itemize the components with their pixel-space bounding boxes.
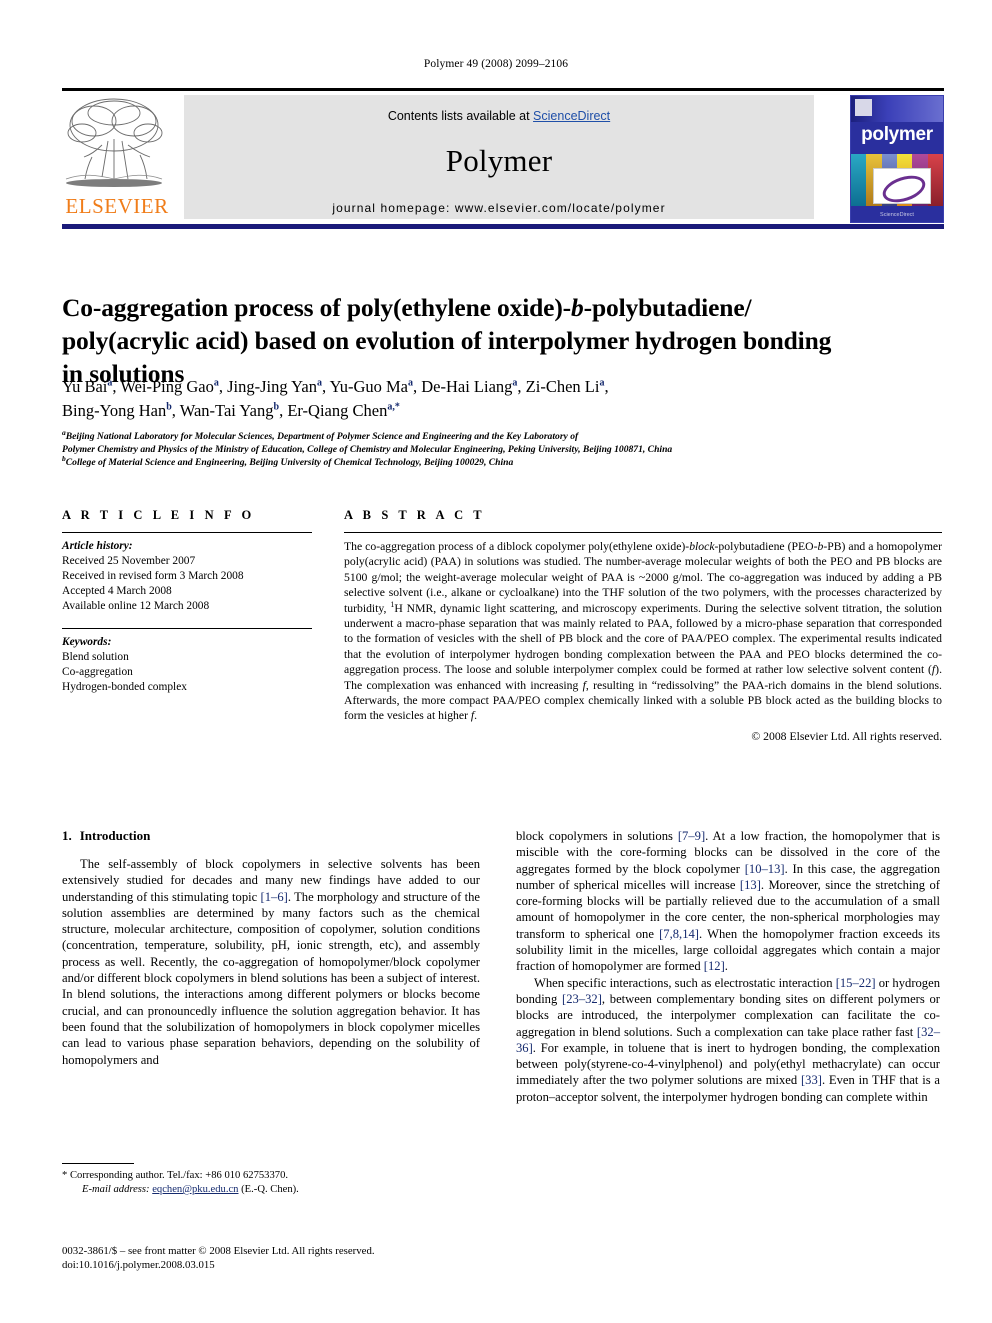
title-part-1: Co-aggregation process of poly(ethylene … bbox=[62, 293, 572, 323]
section-number: 1. bbox=[62, 828, 72, 843]
section-heading-introduction: 1. Introduction bbox=[62, 828, 480, 844]
author-name: Yu-Guo Ma bbox=[329, 377, 408, 396]
cover-footer-text: ScienceDirect bbox=[880, 212, 914, 218]
article-info-heading: A R T I C L E I N F O bbox=[62, 508, 255, 522]
history-item: Accepted 4 March 2008 bbox=[62, 585, 172, 597]
title-italic-b: b bbox=[571, 293, 584, 323]
abstract-rule bbox=[344, 532, 942, 533]
history-item: Available online 12 March 2008 bbox=[62, 600, 210, 612]
abstract-italic-block: block bbox=[689, 540, 715, 553]
journal-homepage-line[interactable]: journal homepage: www.elsevier.com/locat… bbox=[184, 201, 814, 215]
section-title: Introduction bbox=[79, 828, 151, 843]
abstract-part-7: . bbox=[474, 709, 478, 723]
corresponding-author-note: * Corresponding author. Tel./fax: +86 01… bbox=[62, 1169, 482, 1183]
affiliation-a-cont: Polymer Chemistry and Physics of the Min… bbox=[62, 444, 673, 456]
history-item: Received in revised form 3 March 2008 bbox=[62, 570, 244, 582]
intro-paragraph-right-2: When specific interactions, such as elec… bbox=[516, 975, 940, 1104]
author-name: Zi-Chen Li bbox=[525, 377, 600, 396]
doi-line: doi:10.1016/j.polymer.2008.03.015 bbox=[62, 1259, 215, 1271]
footnote-rule bbox=[62, 1163, 134, 1164]
abstract-panel: A B S T R A C T The co-aggregation proce… bbox=[344, 508, 942, 743]
author-name: Jing-Jing Yan bbox=[227, 377, 317, 396]
article-history-title: Article history: bbox=[62, 540, 133, 552]
email-owner: (E.-Q. Chen). bbox=[241, 1184, 299, 1195]
cover-ellipse-shape bbox=[879, 170, 929, 208]
author-line-2: Bing-Yong Hanb, Wan-Tai Yangb, Er-Qiang … bbox=[62, 401, 400, 420]
body-column-left: 1. Introduction The self-assembly of bloc… bbox=[62, 828, 480, 1068]
cover-inset-figure bbox=[873, 168, 931, 208]
keywords-rule bbox=[62, 628, 312, 629]
abstract-text: The co-aggregation process of a diblock … bbox=[344, 539, 942, 724]
author-affil-marker: a bbox=[407, 377, 413, 389]
affiliation-a-line1: Beijing National Laboratory for Molecula… bbox=[65, 431, 579, 442]
history-item: Received 25 November 2007 bbox=[62, 555, 196, 567]
abstract-heading: A B S T R A C T bbox=[344, 508, 486, 522]
abstract-part-4: H NMR, dynamic light scattering, and mic… bbox=[344, 601, 942, 677]
author-line-1: Yu Baia, Wei-Ping Gaoa, Jing-Jing Yana, … bbox=[62, 377, 609, 396]
body-column-right: block copolymers in solutions [7–9]. At … bbox=[516, 828, 940, 1105]
article-page: Polymer 49 (2008) 2099–2106 ELSEVIER Con… bbox=[0, 0, 992, 1323]
footnote-block: * Corresponding author. Tel./fax: +86 01… bbox=[62, 1163, 482, 1197]
corresponding-author-text: Corresponding author. Tel./fax: +86 010 … bbox=[69, 1170, 289, 1181]
author-name: Wan-Tai Yang bbox=[179, 401, 274, 420]
affiliation-a: aBeijing National Laboratory for Molecul… bbox=[62, 429, 942, 443]
imprint-block: 0032-3861/$ – see front matter © 2008 El… bbox=[62, 1244, 492, 1272]
elsevier-logo: ELSEVIER bbox=[62, 95, 174, 223]
abstract-part-1: The co-aggregation process of a diblock … bbox=[344, 540, 690, 553]
keywords-block: Keywords: Blend solution Co-aggregation … bbox=[62, 628, 312, 695]
author-name: De-Hai Liang bbox=[421, 377, 513, 396]
journal-title: Polymer bbox=[445, 143, 553, 178]
issn-copyright-line: 0032-3861/$ – see front matter © 2008 El… bbox=[62, 1245, 375, 1257]
affiliation-list: aBeijing National Laboratory for Molecul… bbox=[62, 429, 942, 470]
contents-prefix: Contents lists available at bbox=[387, 109, 534, 123]
author-affil-marker: a bbox=[107, 377, 113, 389]
masthead-bottom-rule bbox=[62, 224, 944, 229]
title-part-2: -polybutadiene/ bbox=[583, 293, 752, 323]
journal-cover-thumbnail: polymer ScienceDirect bbox=[850, 95, 944, 223]
keyword-item: Hydrogen-bonded complex bbox=[62, 681, 187, 693]
email-note: E-mail address: eqchen@pku.edu.cn (E.-Q.… bbox=[62, 1183, 482, 1197]
author-name: Wei-Ping Gao bbox=[120, 377, 214, 396]
abstract-copyright: © 2008 Elsevier Ltd. All rights reserved… bbox=[751, 729, 942, 743]
author-affil-marker: a bbox=[512, 377, 518, 389]
elsevier-tree-icon bbox=[62, 95, 166, 193]
email-label: E-mail address: bbox=[82, 1184, 150, 1195]
author-list: Yu Baia, Wei-Ping Gaoa, Jing-Jing Yana, … bbox=[62, 375, 922, 423]
abstract-part-2: -polybutadiene (PEO- bbox=[714, 540, 818, 553]
author-name: Er-Qiang Chen bbox=[287, 401, 388, 420]
author-affil-marker: a bbox=[316, 377, 322, 389]
cover-journal-title: polymer bbox=[861, 124, 933, 145]
contents-available-line: Contents lists available at ScienceDirec… bbox=[184, 95, 814, 123]
author-affil-marker: a bbox=[213, 377, 219, 389]
article-info-panel: A R T I C L E I N F O Article history: R… bbox=[62, 508, 312, 695]
masthead-top-rule bbox=[62, 88, 944, 91]
affiliation-b: bCollege of Material Science and Enginee… bbox=[62, 455, 942, 469]
corresponding-author-marker: a,* bbox=[387, 401, 400, 413]
author-affil-marker: a bbox=[599, 377, 605, 389]
footnote-marker: * bbox=[62, 1170, 68, 1181]
affiliation-b-text: College of Material Science and Engineer… bbox=[65, 457, 514, 469]
article-info-rule bbox=[62, 532, 312, 533]
running-head: Polymer 49 (2008) 2099–2106 bbox=[423, 58, 569, 70]
sciencedirect-link[interactable]: ScienceDirect bbox=[533, 109, 610, 123]
intro-paragraph-left: The self-assembly of block copolymers in… bbox=[62, 857, 480, 1067]
journal-masthead: ELSEVIER Contents lists available at Sci… bbox=[62, 88, 944, 229]
masthead-center-band: Contents lists available at ScienceDirec… bbox=[184, 95, 814, 219]
keyword-item: Co-aggregation bbox=[62, 666, 133, 678]
email-link[interactable]: eqchen@pku.edu.cn bbox=[152, 1184, 238, 1195]
cover-logo-box bbox=[855, 99, 872, 116]
keyword-item: Blend solution bbox=[62, 651, 129, 663]
author-name: Bing-Yong Han bbox=[62, 401, 167, 420]
author-name: Yu Bai bbox=[62, 377, 108, 396]
author-affil-marker: b bbox=[166, 401, 172, 413]
intro-paragraph-right-1: block copolymers in solutions [7–9]. At … bbox=[516, 829, 940, 974]
keywords-title: Keywords: bbox=[62, 636, 112, 648]
elsevier-wordmark: ELSEVIER bbox=[65, 194, 169, 218]
author-affil-marker: b bbox=[273, 401, 280, 413]
title-line-2: poly(acrylic acid) based on evolution of… bbox=[62, 326, 737, 356]
